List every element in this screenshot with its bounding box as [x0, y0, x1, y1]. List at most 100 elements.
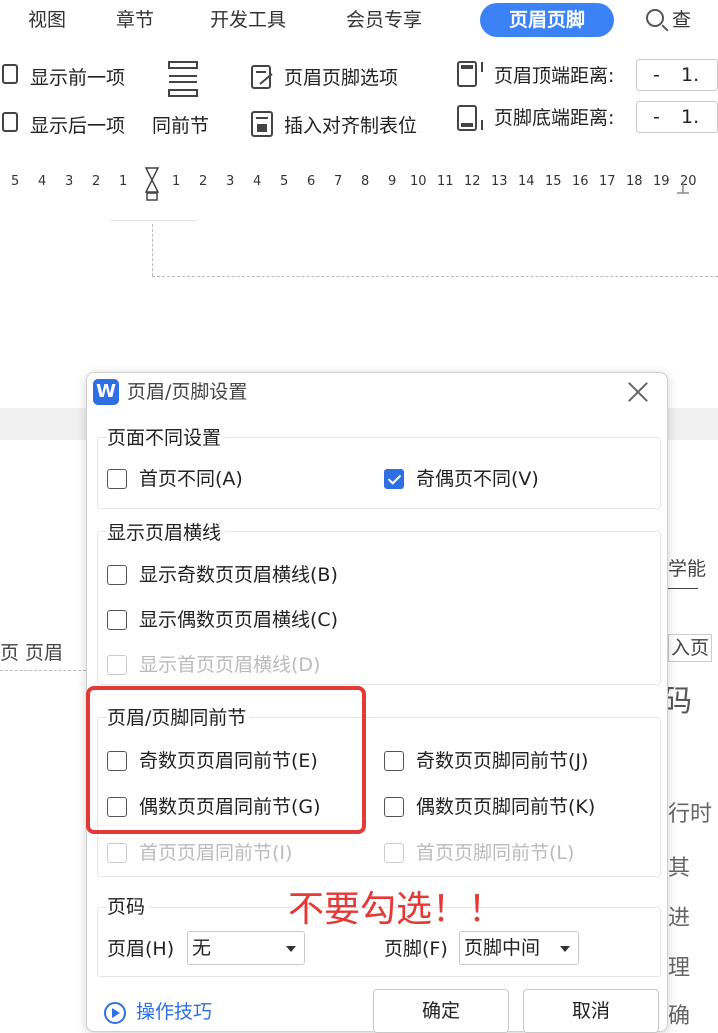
odd-even-different-checkbox[interactable]: 奇偶页不同(V) [384, 466, 604, 494]
menu-header-footer[interactable]: 页眉页脚 [480, 3, 614, 37]
ruler-tick: 4 [253, 174, 262, 189]
footer-bottom-distance-icon [456, 104, 486, 134]
ruler-tick: 19 [653, 174, 670, 189]
ruler-tick: 18 [626, 174, 643, 189]
same-as-previous-icon[interactable] [166, 60, 200, 100]
footer-bottom-distance-label: 页脚底端距离: [494, 107, 615, 129]
decrement-button[interactable]: - [653, 102, 660, 132]
show-next-button[interactable]: 显示后一项 [30, 112, 125, 140]
body-text: 其 [668, 856, 691, 881]
insert-page-button[interactable]: 入页 [668, 634, 713, 662]
select-value: 页脚中间 [464, 937, 541, 959]
group-title: 显示页眉横线 [107, 520, 226, 546]
ruler-tick: 15 [545, 174, 562, 189]
ruler-tick: 7 [334, 174, 343, 189]
close-icon[interactable] [625, 379, 651, 405]
ruler-tick: 4 [38, 174, 47, 189]
group-title: 页码 [107, 894, 150, 920]
menu-member[interactable]: 会员专享 [346, 6, 422, 34]
ruler-tick: 12 [464, 174, 481, 189]
header-top-distance-icon [456, 60, 486, 90]
ruler-tick: 16 [572, 174, 589, 189]
underline [668, 588, 698, 589]
indent-marker-icon[interactable] [144, 166, 160, 202]
ruler-tick: 2 [92, 174, 101, 189]
footer-bottom-distance-value: 1. [681, 106, 700, 128]
checkbox-label: 显示首页页眉横线(D) [139, 654, 321, 676]
show-first-header-line-checkbox: 显示首页页眉横线(D) [107, 652, 407, 680]
ruler-tick: 11 [437, 174, 454, 189]
select-value: 无 [192, 937, 212, 959]
ruler-tick: 2 [199, 174, 208, 189]
ruler-tick: 1 [172, 174, 181, 189]
annotation-text: 不要勾选！！ [288, 889, 505, 930]
checkbox-label: 奇数页页脚同前节(J) [416, 750, 589, 772]
same-as-previous-button[interactable]: 同前节 [152, 112, 209, 140]
ruler-tick: 5 [11, 174, 20, 189]
ok-button[interactable]: 确定 [373, 989, 509, 1033]
header-line [0, 670, 86, 671]
ruler-tick: 17 [599, 174, 616, 189]
checkbox-label: 首页页脚同前节(L) [416, 842, 575, 864]
checkbox-icon[interactable] [107, 469, 127, 489]
ruler-tick: 9 [388, 174, 397, 189]
ruler-tick: 8 [361, 174, 370, 189]
right-indent-icon[interactable] [676, 180, 690, 194]
checkbox-icon[interactable] [384, 797, 404, 817]
ruler[interactable]: 5 4 3 2 1 1 2 3 4 5 6 7 8 9 10 11 12 13 … [0, 168, 718, 198]
ruler-tick: 13 [491, 174, 508, 189]
show-even-header-line-checkbox[interactable]: 显示偶数页页眉横线(C) [107, 607, 407, 635]
cancel-button[interactable]: 取消 [523, 989, 659, 1033]
checkbox-icon [107, 655, 127, 675]
odd-footer-same-checkbox[interactable]: 奇数页页脚同前节(J) [384, 748, 644, 776]
ruler-tick: 3 [226, 174, 235, 189]
menu-view[interactable]: 视图 [28, 6, 66, 34]
ruler-tick: 1 [119, 174, 128, 189]
checkbox-icon[interactable] [107, 610, 127, 630]
header-top-distance-label: 页眉顶端距离: [494, 65, 615, 87]
chevron-down-icon[interactable] [560, 946, 570, 952]
insert-align-tab-button[interactable]: 插入对齐制表位 [284, 112, 417, 140]
first-footer-same-checkbox: 首页页脚同前节(L) [384, 840, 644, 868]
insert-align-tab-icon[interactable] [250, 110, 274, 138]
body-text: 行时 [668, 802, 713, 827]
show-next-icon[interactable] [2, 112, 18, 132]
ruler-tick: 3 [65, 174, 74, 189]
header-footer-options-icon[interactable] [250, 64, 274, 90]
checkbox-label: 首页页眉同前节(I) [139, 842, 293, 864]
checkbox-label: 显示奇数页页眉横线(B) [139, 564, 338, 586]
ruler-tick: 14 [518, 174, 535, 189]
tips-link[interactable]: 操作技巧 [136, 998, 212, 1026]
show-odd-header-line-checkbox[interactable]: 显示奇数页页眉横线(B) [107, 562, 407, 590]
first-page-different-checkbox[interactable]: 首页不同(A) [107, 466, 307, 494]
header-tag-label: 页 页眉 [0, 642, 64, 664]
footer-page-number-select[interactable]: 页脚中间 [459, 931, 579, 965]
decrement-button[interactable]: - [653, 60, 660, 90]
header-page-number-select[interactable]: 无 [187, 931, 305, 965]
ribbon-hint-text: 学能 [668, 558, 707, 580]
search-icon[interactable] [646, 9, 664, 27]
ruler-tick: 5 [280, 174, 289, 189]
show-previous-button[interactable]: 显示前一项 [30, 64, 125, 92]
body-text: 理 [668, 956, 691, 981]
group-title: 页面不同设置 [107, 425, 226, 451]
menu-developer-tools[interactable]: 开发工具 [210, 6, 286, 34]
header-footer-options-button[interactable]: 页眉页脚选项 [284, 64, 398, 92]
checkbox-icon[interactable] [107, 565, 127, 585]
show-previous-icon[interactable] [2, 64, 18, 84]
dialog-title: 页眉/页脚设置 [127, 381, 248, 403]
checkbox-checked-icon[interactable] [384, 469, 404, 489]
checkbox-label: 奇偶页不同(V) [416, 468, 539, 490]
search-label[interactable]: 查 [672, 6, 691, 34]
play-icon[interactable] [104, 1002, 126, 1024]
even-footer-same-checkbox[interactable]: 偶数页页脚同前节(K) [384, 794, 644, 822]
checkbox-icon [107, 843, 127, 863]
highlight-frame [86, 686, 366, 834]
footer-bottom-distance-input[interactable]: - 1. [636, 101, 718, 133]
header-top-distance-input[interactable]: - 1. [636, 59, 718, 91]
header-page-number-label: 页眉(H) [107, 938, 175, 960]
menu-section[interactable]: 章节 [116, 6, 154, 34]
chevron-down-icon[interactable] [286, 946, 296, 952]
checkbox-icon[interactable] [384, 751, 404, 771]
header-boundary [152, 224, 153, 276]
